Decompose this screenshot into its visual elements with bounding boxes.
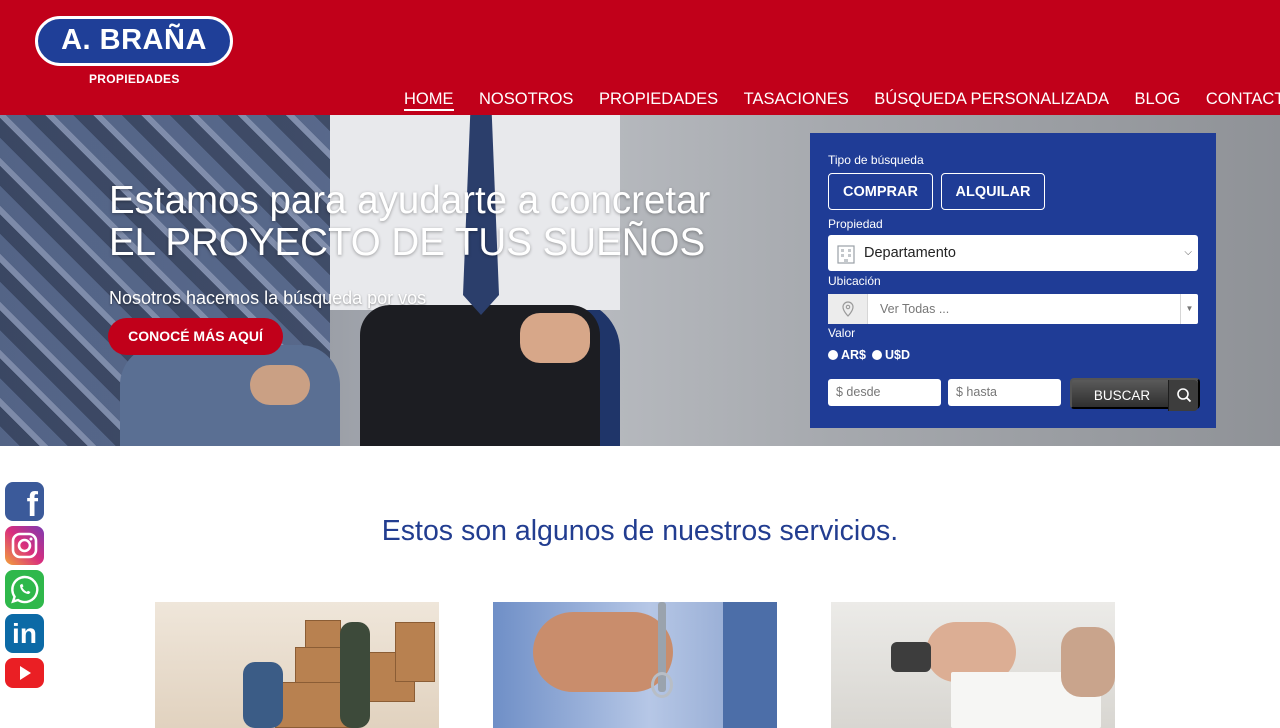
buscar-button[interactable]: BUSCAR	[1070, 378, 1200, 411]
currency-ars-radio[interactable]: AR$	[828, 348, 866, 362]
linkedin-icon[interactable]: in	[5, 614, 44, 653]
currency-usd-label: U$D	[885, 348, 911, 362]
logo[interactable]: A. BRAÑA	[35, 16, 233, 66]
service-card-firma[interactable]	[831, 602, 1115, 728]
precio-hasta-input[interactable]: $ hasta	[948, 379, 1061, 406]
service-card-llaves[interactable]	[493, 602, 777, 728]
site-header: A. BRAÑA PROPIEDADES HOME NOSOTROS PROPI…	[0, 0, 1280, 115]
propiedad-select[interactable]: Departamento ⌵	[828, 235, 1198, 271]
building-icon	[837, 245, 855, 264]
hero-title-line2: EL PROYECTO DE TUS SUEÑOS	[109, 221, 706, 264]
nav-propiedades[interactable]: PROPIEDADES	[599, 89, 718, 111]
ubicacion-value: Ver Todas ...	[880, 302, 950, 316]
ubicacion-select[interactable]: Ver Todas ... ▼	[828, 294, 1198, 324]
youtube-glyph	[20, 666, 31, 680]
hero-subtitle: Nosotros hacemos la búsqueda por vos	[109, 288, 427, 308]
hero-photo-hand	[520, 313, 590, 363]
search-icon	[1168, 380, 1198, 411]
currency-usd-radio[interactable]: U$D	[872, 348, 910, 362]
dropdown-arrow-icon: ▼	[1180, 294, 1198, 324]
nav-tasaciones[interactable]: TASACIONES	[744, 89, 849, 111]
comprar-button[interactable]: COMPRAR	[828, 173, 933, 210]
precio-desde-input[interactable]: $ desde	[828, 379, 941, 406]
services-title: Estos son algunos de nuestros servicios.	[381, 515, 899, 547]
nav-nosotros[interactable]: NOSOTROS	[479, 89, 573, 111]
buscar-label: BUSCAR	[1093, 388, 1151, 403]
logo-subtitle: PROPIEDADES	[89, 72, 180, 86]
nav-busqueda-personalizada[interactable]: BÚSQUEDA PERSONALIZADA	[874, 89, 1109, 111]
service-card-mudanza[interactable]	[155, 602, 439, 728]
tipo-busqueda-label: Tipo de búsqueda	[828, 153, 924, 167]
whatsapp-glyph	[11, 575, 39, 604]
nav-contacto[interactable]: CONTACTO	[1206, 89, 1280, 111]
search-panel: Tipo de búsqueda COMPRAR ALQUILAR Propie…	[810, 133, 1216, 428]
valor-label: Valor	[828, 326, 856, 340]
chevron-down-icon: ⌵	[1184, 247, 1192, 258]
propiedad-label: Propiedad	[828, 217, 883, 231]
currency-ars-label: AR$	[841, 348, 867, 362]
alquilar-button[interactable]: ALQUILAR	[941, 173, 1045, 210]
nav-blog[interactable]: BLOG	[1135, 89, 1181, 111]
logo-text: A. BRAÑA	[61, 24, 207, 56]
propiedad-value: Departamento	[864, 245, 956, 261]
main-nav: HOME NOSOTROS PROPIEDADES TASACIONES BÚS…	[404, 89, 1280, 111]
hero-title: Estamos para ayudarte a concretar EL PRO…	[109, 180, 710, 264]
radio-dot-icon	[828, 350, 838, 360]
radio-dot-icon	[872, 350, 882, 360]
hero-photo-hand-left	[250, 365, 310, 405]
location-pin-icon	[828, 294, 868, 324]
conoce-mas-button[interactable]: CONOCÉ MÁS AQUÍ	[108, 318, 283, 355]
ubicacion-label: Ubicación	[828, 274, 881, 288]
youtube-icon[interactable]	[5, 658, 44, 688]
whatsapp-icon[interactable]	[5, 570, 44, 609]
nav-home[interactable]: HOME	[404, 89, 454, 111]
hero-title-line1: Estamos para ayudarte a concretar	[109, 179, 711, 222]
